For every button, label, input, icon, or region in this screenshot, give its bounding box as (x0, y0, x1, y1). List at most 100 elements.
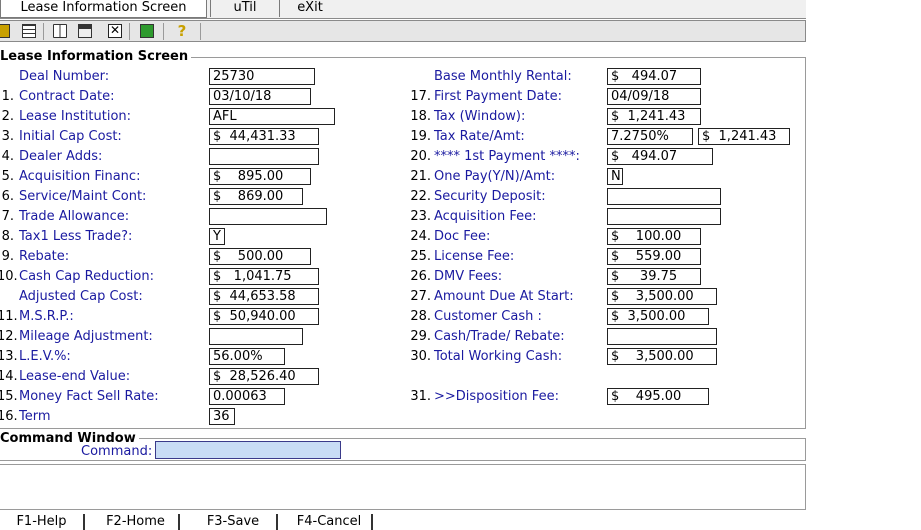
right-field-input[interactable]: $ 100.00 (607, 228, 701, 245)
right-field-label: One Pay(Y/N)/Amt: (434, 169, 556, 184)
menu-util[interactable]: uTil (210, 0, 280, 17)
table-icon[interactable] (22, 24, 36, 38)
left-field-label: M.S.R.P.: (19, 309, 74, 324)
book-icon[interactable] (53, 24, 67, 38)
right-field-label: License Fee: (434, 249, 515, 264)
right-field-input[interactable]: $ 495.00 (607, 388, 709, 405)
left-field-input[interactable]: $ 28,526.40 (209, 368, 319, 385)
right-field-input[interactable]: $ 559.00 (607, 248, 701, 265)
left-field-number: 8. (1, 229, 14, 244)
right-field-number (404, 69, 431, 85)
left-field-number: 3. (1, 129, 14, 144)
right-field-number: 19. (410, 129, 431, 144)
left-field-input[interactable]: 36 (209, 408, 235, 425)
left-field-number: 4. (1, 149, 14, 164)
left-field-number: 6. (1, 189, 14, 204)
left-field-label: Term (19, 409, 51, 424)
left-field-input[interactable] (209, 328, 303, 345)
right-field-number: 20. (410, 149, 431, 164)
left-field-number: 7. (1, 209, 14, 224)
right-field-label: **** 1st Payment ****: (434, 149, 580, 164)
left-field-input[interactable]: $ 1,041.75 (209, 268, 319, 285)
right-field-number: 18. (410, 109, 431, 124)
left-field-number: 12. (0, 329, 18, 344)
left-field-number: 10. (0, 269, 18, 284)
command-input[interactable] (155, 441, 341, 459)
right-field-label: First Payment Date: (434, 89, 562, 104)
right-field-input[interactable] (607, 188, 721, 205)
right-field-input[interactable]: $ 494.07 (607, 148, 713, 165)
right-field-label: >>Disposition Fee: (434, 389, 559, 404)
left-field-label: Trade Allowance: (19, 209, 130, 224)
left-field-number: 11. (0, 309, 18, 324)
left-field-input[interactable]: $ 869.00 (209, 188, 303, 205)
panel-title: Lease Information Screen (0, 50, 192, 64)
menu-bar: Lease Information Screen uTil eXit (0, 0, 806, 19)
left-field-input[interactable]: 0.00063 (209, 388, 285, 405)
right-field-input[interactable] (607, 328, 717, 345)
left-field-input[interactable]: $ 50,940.00 (209, 308, 319, 325)
right-field-label: Acquisition Fee: (434, 209, 537, 224)
right-field-input[interactable] (607, 208, 721, 225)
right-field-input[interactable]: $ 494.07 (607, 68, 701, 85)
right-field-label: Doc Fee: (434, 229, 491, 244)
right-field-label: Tax (Window): (434, 109, 526, 124)
left-field-input[interactable]: $ 500.00 (209, 248, 311, 265)
right-field-input[interactable]: 04/09/18 (607, 88, 701, 105)
left-field-input[interactable]: $ 895.00 (209, 168, 311, 185)
right-field-input[interactable]: $ 1,241.43 (607, 108, 701, 125)
f2-home-button[interactable]: F2-Home (93, 514, 180, 530)
left-field-label: Deal Number: (19, 69, 110, 84)
toolbar: ✕ ? (0, 20, 806, 42)
right-field-number: 17. (410, 89, 431, 104)
right-field-input[interactable]: $ 3,500.00 (607, 348, 717, 365)
left-field-input[interactable]: 56.00% (209, 348, 285, 365)
right-field-number: 29. (410, 329, 431, 344)
f4-cancel-button[interactable]: F4-Cancel (287, 514, 373, 530)
right-field-input[interactable]: $ 3,500.00 (607, 308, 709, 325)
right-field-number: 31. (410, 389, 431, 404)
right-field-label: Tax Rate/Amt: (434, 129, 525, 144)
left-field-label: Cash Cap Reduction: (19, 269, 154, 284)
left-field-number: 15. (0, 389, 18, 404)
left-field-input[interactable]: $ 44,431.33 (209, 128, 319, 145)
right-field-number: 24. (410, 229, 431, 244)
right-field-number: 21. (410, 169, 431, 184)
left-field-number: 2. (1, 109, 14, 124)
left-field-input[interactable] (209, 208, 327, 225)
right-field-number: 26. (410, 269, 431, 284)
left-field-label: Initial Cap Cost: (19, 129, 122, 144)
right-field-input[interactable]: $ 3,500.00 (607, 288, 717, 305)
right-field-input[interactable]: $ 39.75 (607, 268, 701, 285)
left-field-label: Lease Institution: (19, 109, 132, 124)
right-field-input-secondary[interactable]: $ 1,241.43 (698, 128, 790, 145)
left-field-number: 16. (0, 409, 18, 424)
left-field-input[interactable]: 03/10/18 (209, 88, 311, 105)
left-field-label: Rebate: (19, 249, 70, 264)
menu-lease-information[interactable]: Lease Information Screen (0, 0, 207, 18)
grid-icon[interactable] (0, 24, 10, 38)
f3-save-button[interactable]: F3-Save (190, 514, 278, 530)
left-field-input[interactable]: $ 44,653.58 (209, 288, 319, 305)
left-field-number: 14. (0, 369, 18, 384)
printer-icon[interactable] (78, 24, 92, 38)
left-field-input[interactable]: AFL (209, 108, 335, 125)
right-field-label: Security Deposit: (434, 189, 546, 204)
right-field-label: Total Working Cash: (434, 349, 563, 364)
f1-help-button[interactable]: F1-Help (0, 514, 85, 530)
right-field-number: 22. (410, 189, 431, 204)
left-field-input[interactable]: Y (209, 228, 225, 245)
left-field-label: Tax1 Less Trade?: (19, 229, 133, 244)
right-field-number: 23. (410, 209, 431, 224)
message-area (0, 464, 806, 510)
left-field-label: Adjusted Cap Cost: (19, 289, 143, 304)
right-field-label: Base Monthly Rental: (434, 69, 572, 84)
menu-exit[interactable]: eXit (278, 0, 342, 17)
help-icon[interactable]: ? (175, 24, 189, 39)
close-icon[interactable]: ✕ (108, 24, 122, 38)
left-field-input[interactable] (209, 148, 319, 165)
chart-icon[interactable] (140, 24, 154, 38)
right-field-input[interactable]: 7.2750% (607, 128, 693, 145)
right-field-input[interactable]: N (607, 168, 623, 185)
left-field-input[interactable]: 25730 (209, 68, 315, 85)
